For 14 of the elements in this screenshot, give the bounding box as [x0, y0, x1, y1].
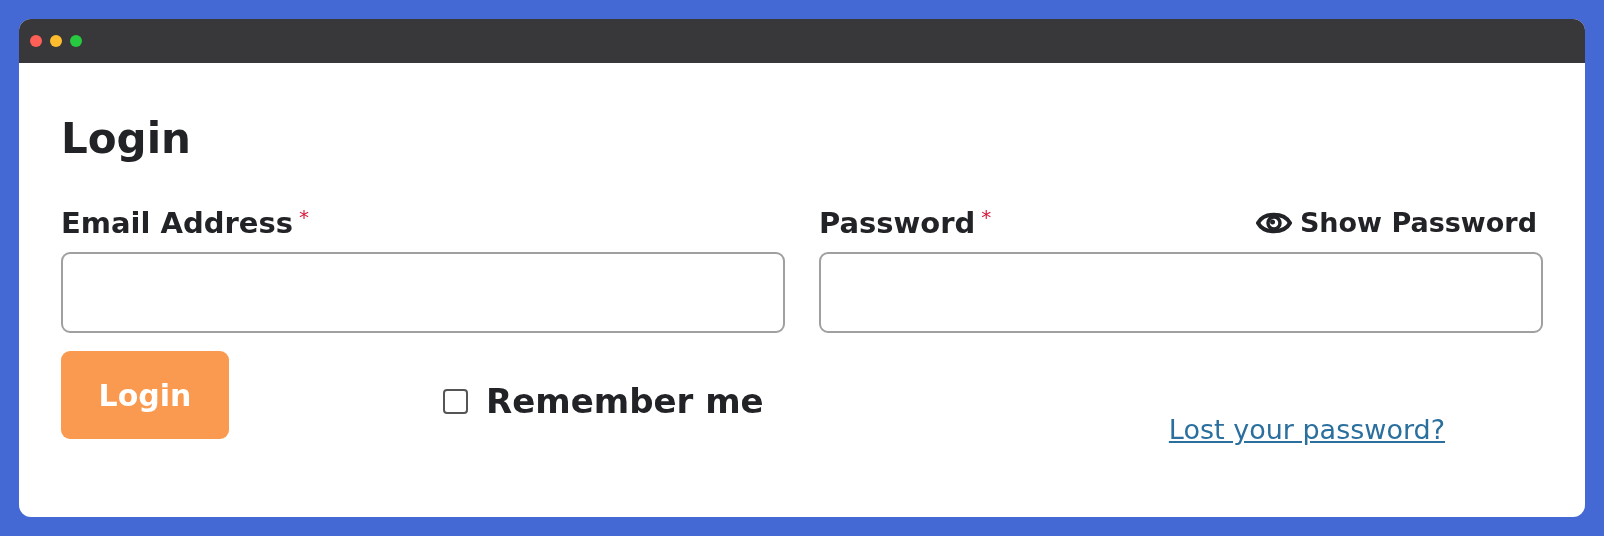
field-label: Email Address — [61, 205, 294, 241]
remember-checkbox[interactable] — [443, 388, 468, 414]
window-control[interactable] — [50, 35, 62, 47]
window-control[interactable] — [70, 35, 82, 47]
window-control[interactable] — [30, 35, 42, 47]
remember-label: Remember me — [486, 381, 764, 421]
required-mark: * — [299, 205, 310, 229]
password-field[interactable] — [819, 252, 1543, 333]
show-password-toggle[interactable]: Show Password — [1255, 205, 1537, 241]
required-mark: * — [981, 205, 992, 229]
form-heading: Login — [61, 113, 192, 165]
field-label: Password — [819, 205, 976, 241]
lost-password-link[interactable]: Lost your password? — [1168, 413, 1445, 447]
email-field[interactable] — [61, 252, 785, 333]
